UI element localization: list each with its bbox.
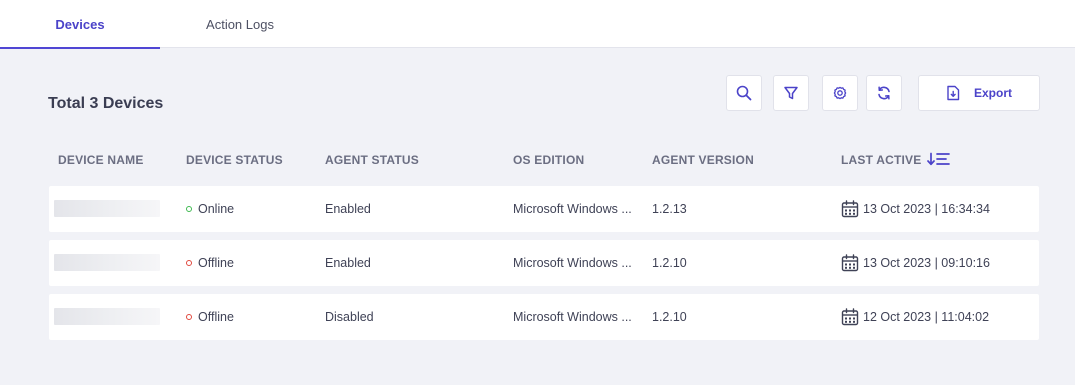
gear-icon xyxy=(833,86,847,100)
search-icon xyxy=(736,85,752,101)
table-row[interactable]: Offline Enabled Microsoft Windows ... 1.… xyxy=(49,240,1039,286)
tab-action-logs[interactable]: Action Logs xyxy=(160,0,320,48)
last-active-cell: 13 Oct 2023 | 16:34:34 xyxy=(841,186,990,232)
calendar-icon xyxy=(841,308,859,326)
tab-bar: Devices Action Logs xyxy=(0,0,1075,49)
header-agent-status: AGENT STATUS xyxy=(325,153,419,167)
header-device-name: DEVICE NAME xyxy=(58,153,144,167)
header-last-active-label: LAST ACTIVE xyxy=(841,153,922,167)
os-edition-cell: Microsoft Windows ... xyxy=(513,202,632,216)
export-button[interactable]: Export xyxy=(918,75,1040,111)
os-edition-cell: Microsoft Windows ... xyxy=(513,256,632,270)
device-name-placeholder xyxy=(54,254,160,271)
agent-version-cell: 1.2.10 xyxy=(652,310,687,324)
device-status-cell: Offline xyxy=(186,240,234,286)
header-device-status: DEVICE STATUS xyxy=(186,153,283,167)
sort-descending-icon[interactable] xyxy=(927,152,951,166)
search-button[interactable] xyxy=(726,75,762,111)
filter-button[interactable] xyxy=(773,75,809,111)
device-status-cell: Online xyxy=(186,186,234,232)
export-label: Export xyxy=(973,86,1012,100)
device-status-text: Offline xyxy=(198,310,234,324)
tab-devices[interactable]: Devices xyxy=(0,0,160,49)
device-status-cell: Offline xyxy=(186,294,234,340)
status-offline-icon xyxy=(186,260,192,266)
device-status-text: Offline xyxy=(198,256,234,270)
last-active-text: 12 Oct 2023 | 11:04:02 xyxy=(863,310,990,324)
filter-icon xyxy=(784,86,798,100)
refresh-button[interactable] xyxy=(866,75,902,111)
os-edition-cell: Microsoft Windows ... xyxy=(513,310,632,324)
header-agent-version: AGENT VERSION xyxy=(652,153,754,167)
device-name-placeholder xyxy=(54,308,160,325)
table-row[interactable]: Online Enabled Microsoft Windows ... 1.2… xyxy=(49,186,1039,232)
status-offline-icon xyxy=(186,314,192,320)
calendar-icon xyxy=(841,254,859,272)
status-online-icon xyxy=(186,206,192,212)
header-last-active[interactable]: LAST ACTIVE xyxy=(841,152,951,167)
table-row[interactable]: Offline Disabled Microsoft Windows ... 1… xyxy=(49,294,1039,340)
page-title: Total 3 Devices xyxy=(48,95,164,112)
agent-status-cell: Disabled xyxy=(325,310,374,324)
last-active-text: 13 Oct 2023 | 09:10:16 xyxy=(863,256,990,270)
agent-version-cell: 1.2.10 xyxy=(652,256,687,270)
settings-button[interactable] xyxy=(822,75,858,111)
export-file-icon xyxy=(947,85,960,101)
agent-status-cell: Enabled xyxy=(325,256,371,270)
last-active-cell: 12 Oct 2023 | 11:04:02 xyxy=(841,294,989,340)
last-active-text: 13 Oct 2023 | 16:34:34 xyxy=(863,202,990,216)
header-os-edition: OS EDITION xyxy=(513,153,585,167)
refresh-icon xyxy=(878,86,890,100)
agent-version-cell: 1.2.13 xyxy=(652,202,687,216)
calendar-icon xyxy=(841,200,859,218)
agent-status-cell: Enabled xyxy=(325,202,371,216)
last-active-cell: 13 Oct 2023 | 09:10:16 xyxy=(841,240,990,286)
device-status-text: Online xyxy=(198,202,235,216)
device-name-placeholder xyxy=(54,200,160,217)
